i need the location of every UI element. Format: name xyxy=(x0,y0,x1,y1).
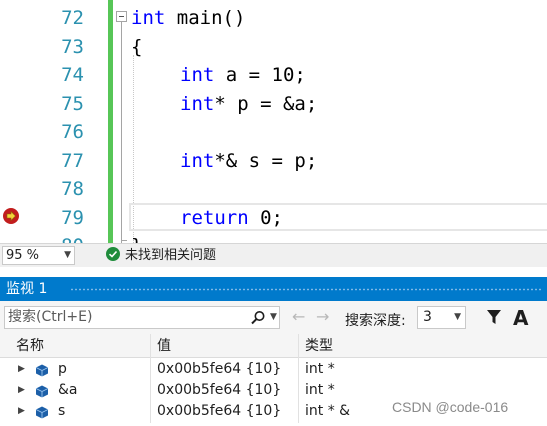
search-depth-label: 搜索深度: xyxy=(345,313,406,329)
watch-row-name: s xyxy=(58,403,66,419)
change-tracking-bar xyxy=(108,0,113,243)
watch-row-type: int * xyxy=(305,361,335,377)
watch-row-value: 0x00b5fe64 {10} xyxy=(157,361,282,377)
code-keyword: int xyxy=(180,150,215,172)
code-line: return 0; xyxy=(180,204,283,233)
watermark: CSDN @code-016 xyxy=(392,399,509,415)
code-keyword: int xyxy=(180,64,215,86)
code-line: int* p = &a; xyxy=(180,90,317,119)
expand-arrow-icon[interactable]: ▶ xyxy=(18,401,25,422)
title-bar-grip xyxy=(70,288,541,291)
watch-panel-title: 监视 1 xyxy=(6,281,48,297)
line-number: 79 xyxy=(61,207,84,229)
breakpoint-gutter[interactable] xyxy=(0,0,22,243)
issues-text: 未找到相关问题 xyxy=(125,248,217,263)
arrow-left-icon[interactable]: ← xyxy=(292,309,305,325)
code-keyword: int xyxy=(131,7,166,29)
column-header-value[interactable]: 值 xyxy=(157,334,171,358)
search-icon[interactable] xyxy=(250,310,266,333)
watch-row-name: &a xyxy=(58,382,78,398)
code-text-run: 0; xyxy=(248,207,283,229)
watch-row[interactable]: ▶ p 0x00b5fe64 {10} int * xyxy=(0,359,547,380)
watch-panel-title-bar[interactable]: 监视 1 xyxy=(0,277,547,301)
watch-toolbar: 搜索(Ctrl+E) ▼ ← → 搜索深度: 3 ▼ A xyxy=(0,301,547,334)
breakpoint-current-statement-icon[interactable] xyxy=(3,208,19,224)
column-header-name[interactable]: 名称 xyxy=(16,334,44,358)
watch-search-input[interactable]: 搜索(Ctrl+E) ▼ xyxy=(4,306,280,329)
code-keyword: return xyxy=(180,207,249,229)
watch-row-type: int * xyxy=(305,382,335,398)
line-number: 74 xyxy=(61,64,84,86)
arrow-right-icon[interactable]: → xyxy=(316,309,329,325)
fold-guide xyxy=(121,22,122,243)
chevron-down-icon[interactable]: ▼ xyxy=(270,307,277,328)
issues-indicator[interactable]: 未找到相关问题 xyxy=(106,247,216,264)
check-circle-icon xyxy=(106,247,120,261)
code-text-run: * p = &a; xyxy=(214,93,318,115)
line-number: 76 xyxy=(61,121,84,143)
code-text-run: a = 10; xyxy=(214,64,306,86)
line-number: 75 xyxy=(61,93,84,115)
code-text-run: } xyxy=(131,235,142,243)
chevron-down-icon: ▼ xyxy=(64,250,71,260)
code-line: { xyxy=(131,33,142,62)
code-line: } xyxy=(131,232,142,243)
column-header-type[interactable]: 类型 xyxy=(305,334,333,358)
collapse-icon[interactable] xyxy=(116,11,127,22)
line-number: 80 xyxy=(22,232,84,243)
line-number: 72 xyxy=(61,7,84,29)
code-text-run: *& s = p; xyxy=(214,150,318,172)
search-placeholder: 搜索(Ctrl+E) xyxy=(8,309,93,325)
watch-grid-header: 名称 值 类型 xyxy=(0,334,547,358)
line-number: 73 xyxy=(61,36,84,58)
search-depth-value: 3 xyxy=(423,309,432,325)
expand-arrow-icon[interactable]: ▶ xyxy=(18,380,25,401)
zoom-select[interactable]: 95 % ▼ xyxy=(2,246,75,265)
watch-row-value: 0x00b5fe64 {10} xyxy=(157,382,282,398)
zoom-value: 95 % xyxy=(6,248,40,263)
line-number: 77 xyxy=(61,150,84,172)
code-line: int main() xyxy=(131,4,245,33)
code-keyword: int xyxy=(180,93,215,115)
code-editor[interactable]: 72 73 74 75 76 77 78 79 80 int main() { … xyxy=(0,0,547,243)
line-number: 78 xyxy=(61,178,84,200)
chevron-down-icon: ▼ xyxy=(454,312,461,322)
watch-row-value: 0x00b5fe64 {10} xyxy=(157,403,282,419)
font-size-icon[interactable]: A xyxy=(513,306,528,330)
watch-row[interactable]: ▶ &a 0x00b5fe64 {10} int * xyxy=(0,380,547,401)
code-text-run: main() xyxy=(165,7,246,29)
watch-row-name: p xyxy=(58,361,67,377)
search-depth-select[interactable]: 3 ▼ xyxy=(417,306,466,329)
code-line: int*& s = p; xyxy=(180,147,317,176)
code-line: int a = 10; xyxy=(180,61,306,90)
expand-arrow-icon[interactable]: ▶ xyxy=(18,359,25,380)
code-text-run: { xyxy=(131,36,143,58)
editor-status-bar: 95 % ▼ 未找到相关问题 xyxy=(0,243,547,267)
watch-row-type: int * & xyxy=(305,403,351,419)
line-number-gutter: 72 73 74 75 76 77 78 79 80 xyxy=(22,0,84,243)
fold-guide-end xyxy=(121,240,127,241)
filter-icon[interactable] xyxy=(486,309,502,329)
